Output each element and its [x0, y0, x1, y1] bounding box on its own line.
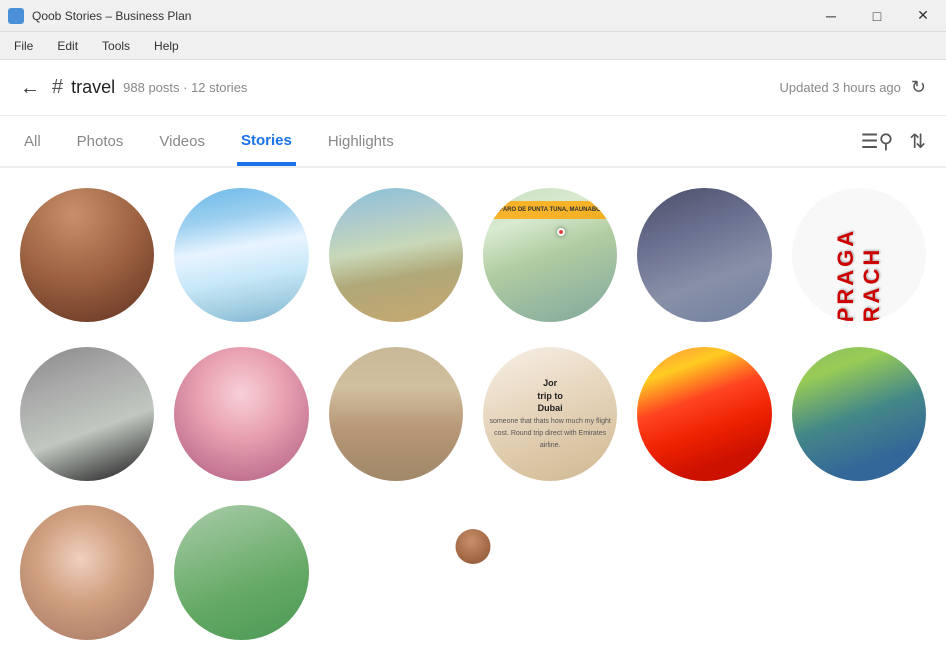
tab-all[interactable]: All — [20, 116, 45, 166]
story-item[interactable] — [792, 347, 926, 481]
hashtag-icon: # — [52, 76, 63, 99]
maximize-button[interactable]: □ — [854, 0, 900, 32]
sort-icon-button[interactable]: ⇅ — [909, 129, 926, 154]
hashtag-section: # travel 988 posts · 12 stories — [52, 76, 247, 99]
updated-text: Updated 3 hours ago — [779, 80, 900, 95]
story-item[interactable] — [637, 188, 771, 322]
story-item[interactable] — [20, 347, 154, 481]
tab-stories[interactable]: Stories — [237, 116, 296, 166]
story-item[interactable]: PRAGA RACH — [792, 188, 926, 322]
story-item[interactable] — [637, 347, 771, 481]
story-item[interactable]: Jortrip toDubai someone that thats how m… — [483, 347, 617, 481]
menu-bar: File Edit Tools Help — [0, 32, 946, 60]
story-item[interactable] — [329, 347, 463, 481]
title-bar-left: Qoob Stories – Business Plan — [8, 8, 191, 24]
menu-file[interactable]: File — [4, 36, 43, 56]
menu-tools[interactable]: Tools — [92, 36, 140, 56]
story-item[interactable]: FARO DE PUNTA TUNA, MAUNABO — [483, 188, 617, 322]
story-item[interactable] — [20, 505, 154, 639]
tabs-left: All Photos Videos Stories Highlights — [20, 116, 398, 166]
tab-photos[interactable]: Photos — [73, 116, 128, 166]
menu-help[interactable]: Help — [144, 36, 189, 56]
story-item[interactable] — [174, 505, 308, 639]
tag-name: travel — [71, 77, 115, 98]
story-item[interactable] — [20, 188, 154, 322]
story-item[interactable] — [174, 347, 308, 481]
story-item[interactable] — [329, 188, 463, 322]
tabs-bar: All Photos Videos Stories Highlights ☰⚲ … — [0, 116, 946, 168]
stories-grid: FARO DE PUNTA TUNA, MAUNABO PRAGA RACH J… — [0, 168, 946, 664]
window-controls: ─ □ ✕ — [808, 0, 946, 32]
tag-meta: 988 posts · 12 stories — [123, 80, 247, 95]
refresh-button[interactable]: ↻ — [911, 77, 926, 98]
back-button[interactable]: ← — [20, 78, 40, 98]
tabs-right: ☰⚲ ⇅ — [861, 129, 926, 154]
menu-edit[interactable]: Edit — [47, 36, 88, 56]
filter-icon-button[interactable]: ☰⚲ — [861, 129, 894, 154]
title-bar: Qoob Stories – Business Plan ─ □ ✕ — [0, 0, 946, 32]
minimize-button[interactable]: ─ — [808, 0, 854, 32]
top-nav: ← # travel 988 posts · 12 stories Update… — [0, 60, 946, 116]
window-title: Qoob Stories – Business Plan — [32, 9, 191, 23]
app-icon — [8, 8, 24, 24]
top-nav-left: ← # travel 988 posts · 12 stories — [20, 76, 247, 99]
close-button[interactable]: ✕ — [900, 0, 946, 32]
tab-videos[interactable]: Videos — [155, 116, 209, 166]
tab-highlights[interactable]: Highlights — [324, 116, 398, 166]
top-nav-right: Updated 3 hours ago ↻ — [779, 77, 926, 98]
story-item[interactable] — [174, 188, 308, 322]
